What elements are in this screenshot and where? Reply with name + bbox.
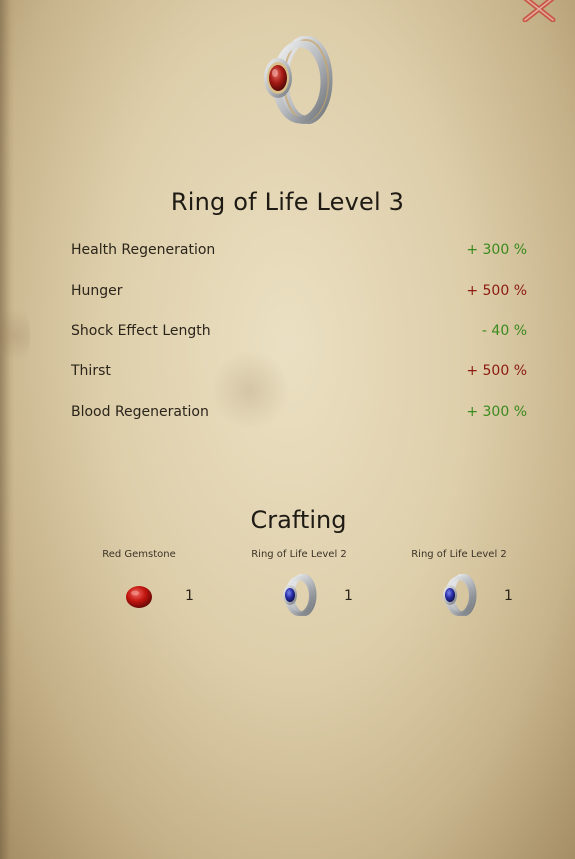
ingredient-name: Red Gemstone [102, 549, 176, 560]
stat-value: + 500 % [466, 363, 527, 379]
stat-row-hunger: Hunger + 500 % [71, 283, 527, 303]
ring-red-gem-icon [264, 35, 333, 125]
stat-label: Health Regeneration [71, 242, 216, 258]
crafting-ingredient[interactable]: Red Gemstone 1 [59, 549, 219, 623]
close-button[interactable] [521, 0, 557, 23]
ingredient-quantity: 1 [344, 588, 353, 604]
stat-row-blood-regeneration: Blood Regeneration + 300 % [71, 404, 527, 424]
stat-row-shock-effect-length: Shock Effect Length - 40 % [71, 323, 527, 343]
ring-blue-gem-icon [279, 573, 319, 617]
ingredient-quantity: 1 [504, 588, 513, 604]
book-spine [0, 0, 14, 859]
crafting-ingredient[interactable]: Ring of Life Level 2 1 [219, 549, 379, 623]
stat-value: - 40 % [481, 323, 527, 339]
item-image [260, 35, 336, 125]
stat-label: Blood Regeneration [71, 404, 209, 420]
ring-blue-gem-icon [439, 573, 479, 617]
stat-value: + 300 % [466, 242, 527, 258]
close-icon [522, 0, 556, 23]
stat-value: + 500 % [466, 283, 527, 299]
ingredient-name: Ring of Life Level 2 [251, 549, 347, 560]
crafting-ingredient[interactable]: Ring of Life Level 2 1 [379, 549, 539, 623]
ingredient-quantity: 1 [185, 588, 194, 604]
stat-label: Shock Effect Length [71, 323, 211, 339]
item-title: Ring of Life Level 3 [170, 188, 405, 216]
stat-label: Hunger [71, 283, 123, 299]
stat-row-thirst: Thirst + 500 % [71, 363, 527, 383]
parchment-background [0, 0, 575, 859]
red-gemstone-icon [119, 574, 159, 616]
stain [0, 300, 30, 370]
stat-row-health-regeneration: Health Regeneration + 300 % [71, 242, 527, 262]
crafting-title: Crafting [250, 506, 347, 534]
stat-value: + 300 % [466, 404, 527, 420]
stat-label: Thirst [71, 363, 111, 379]
ingredient-name: Ring of Life Level 2 [411, 549, 507, 560]
